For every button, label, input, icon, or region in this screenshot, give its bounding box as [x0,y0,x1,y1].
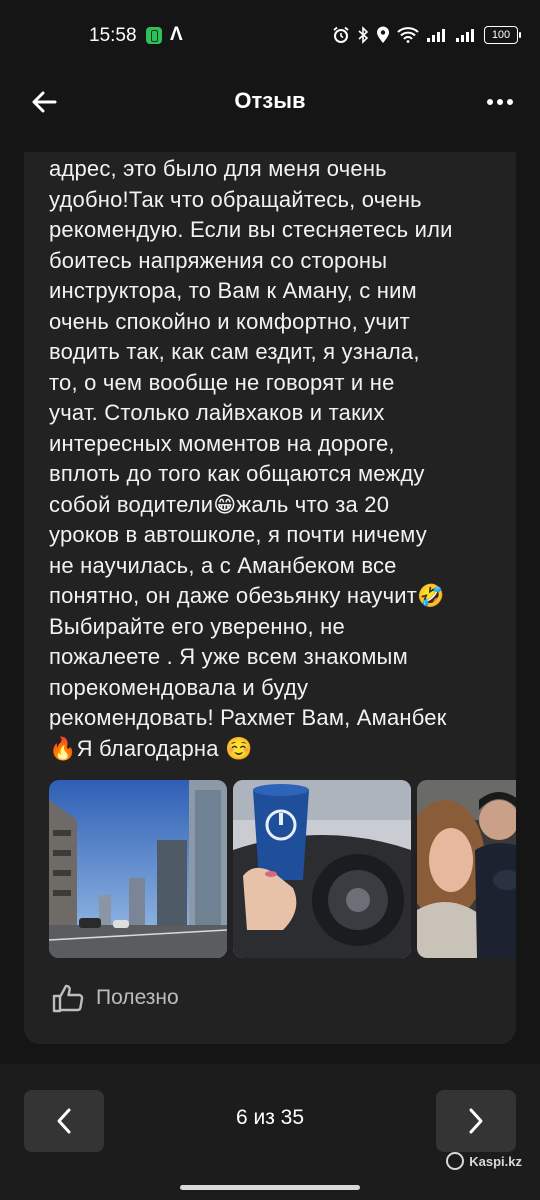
review-text-line: очень спокойно и комфортно, учит [49,308,410,334]
review-text-line: Выбирайте его уверенно, не [49,613,345,639]
review-text: адрес, это было для меня очень удобно!Та… [49,154,504,764]
thumbs-up-icon [52,984,84,1013]
review-text-line: удобно!Так что обращайтесь, очень [49,186,422,212]
review-text-line: инструктора, то Вам к Аману, с ним [49,278,417,303]
app-notification-icon [146,27,162,44]
review-text-line: адрес, это было для меня очень [49,156,387,181]
next-review-button[interactable] [436,1090,516,1152]
review-text-line: водить так, как сам ездит, я узнала, [49,339,420,364]
review-photo-selfie[interactable] [417,780,516,958]
watermark-text: Kaspi.kz [469,1153,522,1169]
review-text-line: не научилась, а с Аманбеком все [49,552,397,578]
review-text-line: боитесь напряжения со стороны [49,247,388,273]
bluetooth-icon [357,26,369,44]
review-text-line: 🔥Я благодарна ☺️ [49,735,253,761]
status-icons: 100 [332,24,521,46]
review-text-line: рекомендовать! Рахмет Вам, Аманбек [49,705,447,730]
wifi-icon [397,27,419,43]
review-photo-city[interactable] [49,780,227,958]
kaspi-watermark: Kaspi.kz [446,1152,522,1170]
location-icon [376,26,390,44]
page-title: Отзыв [234,88,306,113]
chevron-right-icon [469,1108,483,1134]
review-photos [49,780,516,958]
signal-icon [426,27,448,43]
review-text-line: то, о чем вообще не говорят и не [49,369,395,395]
review-text-line: понятно, он даже обезьянку научит🤣 [49,583,445,608]
review-text-line: вплоть до того как общаются между [49,461,425,486]
pagination-bar: 6 из 35 Kaspi.kz [0,1064,540,1200]
review-text-line: интересных моментов на дороге, [49,430,395,456]
review-text-line: рекомендую. Если вы стесняетесь или [49,217,453,242]
more-options-button[interactable] [482,88,518,116]
review-text-line: уроков в автошколе, я почти ничему [49,522,427,547]
top-app-bar: Отзыв [0,72,540,132]
signal-icon-2 [455,27,477,43]
battery-icon: 100 [484,26,521,44]
status-bar: 15:58 Λ 100 [0,0,540,72]
review-text-line: пожалеете . Я уже всем знакомым [49,644,408,669]
status-time: 15:58 [89,25,137,46]
alarm-icon [332,26,350,44]
home-indicator[interactable] [180,1185,360,1190]
review-text-line: собой водители😁жаль что за 20 [49,491,390,517]
helpful-button[interactable]: Полезно [52,983,179,1013]
review-photo-coffee[interactable] [233,780,411,958]
review-text-line: учат. Столько лайвхаков и таких [49,400,385,425]
more-dots-icon [487,99,493,105]
review-card: адрес, это было для меня очень удобно!Та… [24,152,516,1044]
navigator-notification-icon: Λ [170,24,183,45]
kaspi-logo-icon [446,1152,465,1170]
review-text-line: порекомендовала и буду [49,674,309,700]
helpful-label: Полезно [96,986,179,1009]
